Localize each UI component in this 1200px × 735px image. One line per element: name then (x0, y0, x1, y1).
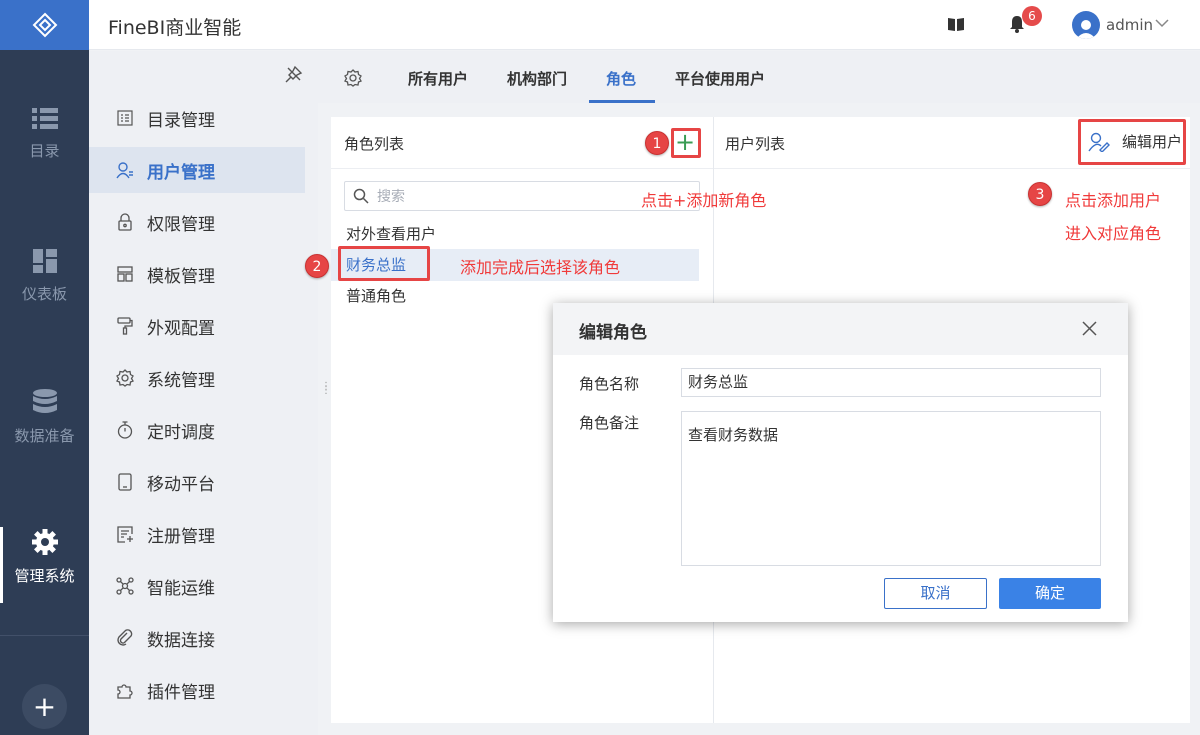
left-rail: 目录 仪表板 数据准备 管理系统 + (0, 0, 89, 735)
divider (714, 168, 1190, 169)
menu-item-label: 模板管理 (147, 266, 215, 287)
user-avatar-icon (1076, 20, 1096, 39)
rail-item-label: 数据准备 (14, 427, 75, 445)
list-icon (31, 108, 58, 129)
step-number-badge: 1 (645, 131, 669, 155)
role-remark-label: 角色备注 (579, 414, 640, 432)
annotation-note: 点击+添加新角色 (641, 191, 767, 210)
search-icon (353, 188, 369, 204)
admin-menu: 目录管理 用户管理 权限管理 模板管理 外观配置 系统管理 定时调度 移动平台 … (89, 51, 318, 735)
menu-item-system[interactable]: 系统管理 (89, 355, 305, 401)
menu-item-label: 用户管理 (147, 162, 215, 183)
step-number-badge: 3 (1028, 182, 1052, 206)
dialog-title: 编辑角色 (579, 323, 647, 343)
tab-all-users[interactable]: 所有用户 (408, 68, 468, 89)
menu-item-label: 外观配置 (147, 318, 215, 339)
dialog-header: 编辑角色 (553, 303, 1128, 355)
highlight-box (1078, 119, 1186, 165)
menu-item-label: 定时调度 (147, 422, 215, 443)
menu-item-label: 插件管理 (147, 682, 215, 703)
menu-item-label: 智能运维 (147, 578, 215, 599)
menu-item-user-management[interactable]: 用户管理 (89, 147, 305, 193)
template-icon (117, 266, 133, 282)
mobile-icon (118, 473, 132, 491)
user-name[interactable]: admin (1106, 16, 1153, 34)
menu-item-label: 权限管理 (147, 214, 215, 235)
dashboard-icon (32, 249, 57, 273)
menu-item-label: 注册管理 (147, 526, 215, 547)
directory-icon (117, 110, 133, 126)
tab-roles[interactable]: 角色 (606, 68, 636, 89)
top-header: FineBI商业智能 6 admin (89, 0, 1200, 50)
highlight-box (338, 246, 430, 281)
menu-item-label: 数据连接 (147, 630, 215, 651)
menu-item-directory[interactable]: 目录管理 (89, 95, 305, 141)
menu-item-label: 目录管理 (147, 110, 215, 131)
notification-badge: 6 (1022, 6, 1042, 26)
menu-item-label: 系统管理 (147, 370, 215, 391)
plugin-icon (117, 684, 133, 699)
active-tab-indicator (589, 100, 655, 103)
pin-icon[interactable] (285, 65, 303, 83)
settings-icon[interactable] (344, 69, 362, 87)
logo[interactable] (0, 0, 89, 50)
menu-item-register[interactable]: 注册管理 (89, 511, 305, 557)
tab-departments[interactable]: 机构部门 (507, 68, 567, 89)
plus-icon: + (32, 690, 57, 723)
role-name-input[interactable]: 财务总监 (681, 368, 1101, 397)
menu-item-mobile[interactable]: 移动平台 (89, 459, 305, 505)
menu-item-appearance[interactable]: 外观配置 (89, 303, 305, 349)
rail-item-label: 仪表板 (21, 285, 67, 303)
panel-title: 用户列表 (725, 135, 786, 153)
lock-icon (118, 213, 132, 231)
rail-item-dashboard[interactable]: 仪表板 (0, 249, 89, 304)
network-icon (116, 577, 134, 595)
rail-item-label: 目录 (29, 142, 60, 160)
register-icon (116, 525, 133, 543)
edit-role-dialog: 编辑角色 角色名称 财务总监 角色备注 查看财务数据 取消 确定 (553, 303, 1128, 622)
menu-item-ops[interactable]: 智能运维 (89, 563, 305, 609)
confirm-button[interactable]: 确定 (999, 578, 1101, 609)
menu-item-plugin[interactable]: 插件管理 (89, 667, 305, 713)
menu-item-template[interactable]: 模板管理 (89, 251, 305, 297)
rail-item-label: 管理系统 (14, 567, 75, 585)
menu-item-label: 移动平台 (147, 474, 215, 495)
avatar[interactable] (1072, 11, 1100, 39)
settings-icon (116, 369, 134, 387)
divider (331, 168, 713, 169)
tab-bar: 所有用户 机构部门 角色 平台使用用户 (318, 51, 1200, 103)
add-button[interactable]: + (22, 684, 67, 729)
step-number-badge: 2 (305, 254, 329, 278)
link-icon (117, 629, 133, 646)
rail-item-admin[interactable]: 管理系统 (0, 529, 89, 586)
rail-item-catalog[interactable]: 目录 (0, 108, 89, 161)
book-icon[interactable] (947, 17, 965, 32)
app-title: FineBI商业智能 (108, 17, 242, 39)
search-placeholder: 搜索 (377, 189, 405, 205)
menu-item-permission[interactable]: 权限管理 (89, 199, 305, 245)
tab-platform-users[interactable]: 平台使用用户 (675, 68, 765, 89)
annotation-note: 添加完成后选择该角色 (460, 258, 621, 277)
chevron-down-icon[interactable] (1155, 19, 1169, 28)
role-remark-textarea[interactable]: 查看财务数据 (681, 411, 1101, 566)
brush-icon (117, 317, 133, 335)
rail-divider (0, 635, 89, 636)
resize-handle[interactable]: ⋮ ⋮ (321, 382, 331, 396)
timer-icon (117, 421, 133, 439)
menu-item-schedule[interactable]: 定时调度 (89, 407, 305, 453)
gear-icon (31, 529, 58, 555)
cancel-button[interactable]: 取消 (884, 578, 987, 609)
menu-item-data-connection[interactable]: 数据连接 (89, 615, 305, 661)
logo-icon (32, 12, 57, 38)
close-icon[interactable] (1082, 321, 1097, 336)
highlight-box (671, 128, 701, 158)
user-icon (116, 162, 133, 179)
annotation-note: 进入对应角色 (1065, 224, 1162, 243)
rail-item-data-prep[interactable]: 数据准备 (0, 389, 89, 446)
annotation-note: 点击添加用户 (1065, 191, 1162, 210)
role-name-label: 角色名称 (579, 375, 640, 393)
database-icon (32, 389, 57, 413)
panel-title: 角色列表 (344, 135, 405, 153)
